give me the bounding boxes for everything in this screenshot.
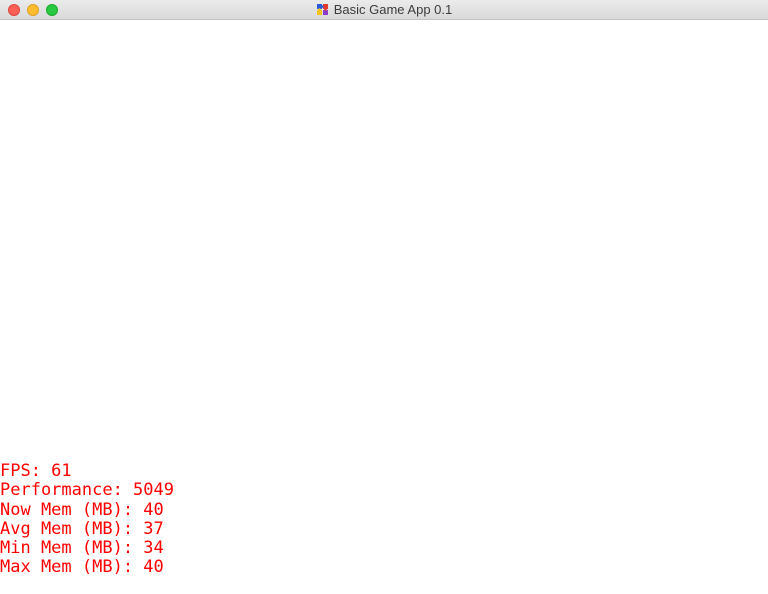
title-bar[interactable]: Basic Game App 0.1 bbox=[0, 0, 768, 20]
fps-stat: FPS: 61 bbox=[0, 461, 72, 481]
avg-mem-stat: Avg Mem (MB): 37 bbox=[0, 518, 164, 539]
max-mem-stat: Max Mem (MB): 40 bbox=[0, 557, 164, 578]
game-canvas[interactable]: FPS: 61 Performance: 5049 Now Mem (MB): … bbox=[0, 20, 768, 594]
performance-stat: Performance: 5049 bbox=[0, 480, 174, 501]
window-title-group: Basic Game App 0.1 bbox=[0, 0, 768, 20]
min-mem-stat: Min Mem (MB): 34 bbox=[0, 538, 164, 559]
puzzle-icon bbox=[316, 3, 330, 17]
window-title: Basic Game App 0.1 bbox=[333, 2, 453, 17]
debug-stats-overlay: FPS: 61 Performance: 5049 Now Mem (MB): … bbox=[0, 461, 174, 578]
now-mem-stat: Now Mem (MB): 40 bbox=[0, 499, 164, 520]
app-window: Basic Game App 0.1 FPS: 61 Performance: … bbox=[0, 0, 768, 594]
